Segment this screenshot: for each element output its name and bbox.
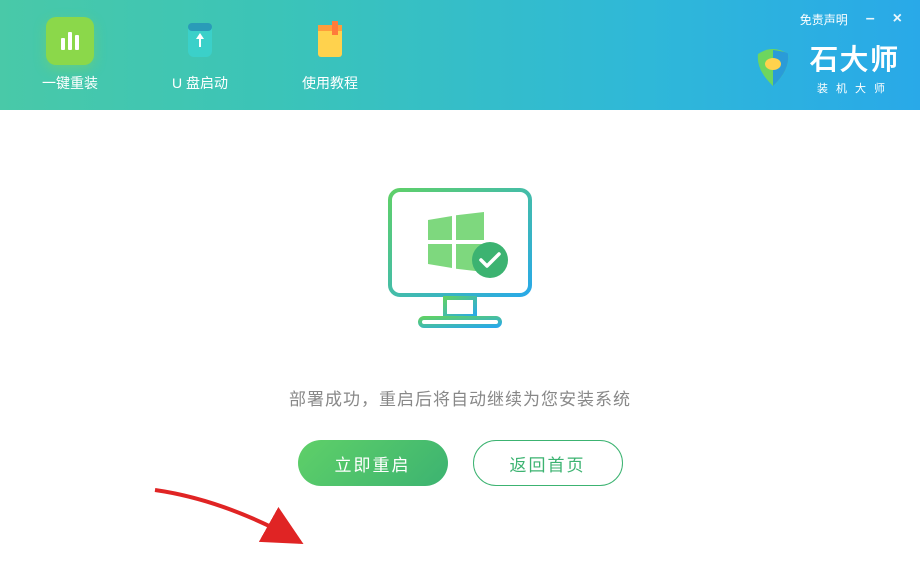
tab-label: U 盘启动 [172, 73, 228, 93]
usb-icon [176, 17, 224, 65]
pointer-arrow-icon [145, 480, 325, 580]
tab-usb-boot[interactable]: U 盘启动 [160, 9, 240, 101]
close-icon[interactable]: × [893, 10, 902, 28]
tab-tutorial[interactable]: 使用教程 [290, 9, 370, 101]
tab-reinstall[interactable]: 一键重装 [30, 9, 110, 101]
brand-name: 石大师 [810, 38, 900, 78]
nav-tabs: 一键重装 U 盘启动 使用教程 [30, 9, 370, 101]
disclaimer-link[interactable]: 免责声明 [800, 11, 848, 28]
action-buttons: 立即重启 返回首页 [298, 440, 623, 486]
brand-logo-icon [748, 42, 798, 92]
app-header: 一键重装 U 盘启动 使用教程 [0, 0, 920, 110]
home-button[interactable]: 返回首页 [473, 440, 623, 486]
restart-button[interactable]: 立即重启 [298, 440, 448, 486]
main-content: 部署成功，重启后将自动继续为您安装系统 立即重启 返回首页 [0, 110, 920, 486]
minimize-icon[interactable]: – [866, 10, 875, 28]
status-message: 部署成功，重启后将自动继续为您安装系统 [289, 385, 631, 410]
tab-label: 一键重装 [42, 73, 98, 93]
tutorial-icon [306, 17, 354, 65]
window-controls: 免责声明 – × [800, 10, 902, 28]
tab-label: 使用教程 [302, 73, 358, 93]
brand-subtitle: 装机大师 [817, 80, 893, 96]
reinstall-icon [46, 17, 94, 65]
success-illustration [370, 180, 550, 345]
